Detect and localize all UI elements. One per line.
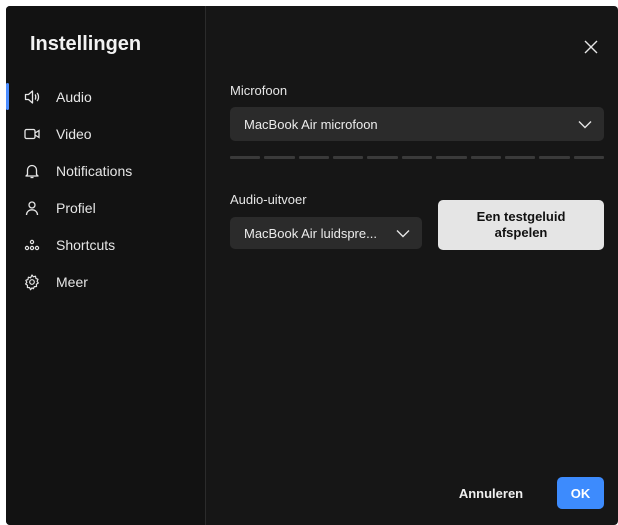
microphone-label: Microfoon: [230, 83, 288, 98]
chevron-down-icon: [396, 230, 410, 238]
audio-output-label: Audio-uitvoer: [230, 192, 307, 207]
sidebar-item-profiel[interactable]: Profiel: [6, 189, 205, 226]
sidebar-nav: Audio Video Notifications Profiel Shortc…: [6, 78, 205, 300]
level-segment: [436, 156, 467, 159]
level-segment: [367, 156, 398, 159]
level-segment: [401, 156, 433, 159]
person-icon: [23, 199, 41, 217]
sidebar-item-shortcuts[interactable]: Shortcuts: [6, 226, 205, 263]
chevron-down-icon: [578, 121, 592, 129]
play-test-sound-button[interactable]: Een testgeluid afspelen: [438, 200, 604, 250]
sidebar-item-label: Shortcuts: [56, 236, 116, 253]
audio-output-select-value: MacBook Air luidspre...: [244, 225, 377, 241]
microphone-level-meter: [230, 156, 604, 159]
cancel-button[interactable]: Annuleren: [454, 477, 528, 509]
level-segment: [230, 156, 261, 159]
microphone-select-value: MacBook Air microfoon: [244, 116, 378, 132]
video-camera-icon: [23, 125, 41, 143]
audio-output-select[interactable]: MacBook Air luidspre...: [230, 217, 422, 249]
test-button-line1: Een testgeluid: [476, 209, 566, 224]
shortcuts-icon: [23, 236, 41, 254]
level-segment: [298, 156, 330, 159]
settings-dialog: Instellingen Audio Video Notifications P…: [6, 6, 618, 525]
speaker-icon: [23, 88, 41, 106]
level-segment: [470, 156, 501, 159]
microphone-select[interactable]: MacBook Air microfoon: [230, 107, 604, 141]
sidebar-item-audio[interactable]: Audio: [6, 78, 205, 115]
sidebar-item-label: Video: [56, 125, 92, 142]
gear-icon: [23, 273, 41, 291]
sidebar-item-label: Notifications: [56, 162, 133, 179]
level-segment: [573, 156, 604, 159]
sidebar-item-video[interactable]: Video: [6, 115, 205, 152]
level-segment: [504, 156, 536, 159]
sidebar: Instellingen Audio Video Notifications P…: [6, 6, 206, 525]
close-button[interactable]: [581, 37, 601, 57]
test-button-line2: afspelen: [494, 225, 548, 240]
sidebar-item-label: Profiel: [56, 199, 96, 216]
level-segment: [539, 156, 570, 159]
ok-button[interactable]: OK: [557, 477, 604, 509]
close-icon: [584, 40, 598, 54]
sidebar-item-label: Meer: [56, 273, 88, 290]
bell-icon: [23, 162, 41, 180]
sidebar-item-notifications[interactable]: Notifications: [6, 152, 205, 189]
level-segment: [333, 156, 364, 159]
level-segment: [264, 156, 295, 159]
sidebar-title: Instellingen: [30, 33, 142, 55]
sidebar-item-meer[interactable]: Meer: [6, 263, 205, 300]
sidebar-item-label: Audio: [56, 88, 92, 105]
